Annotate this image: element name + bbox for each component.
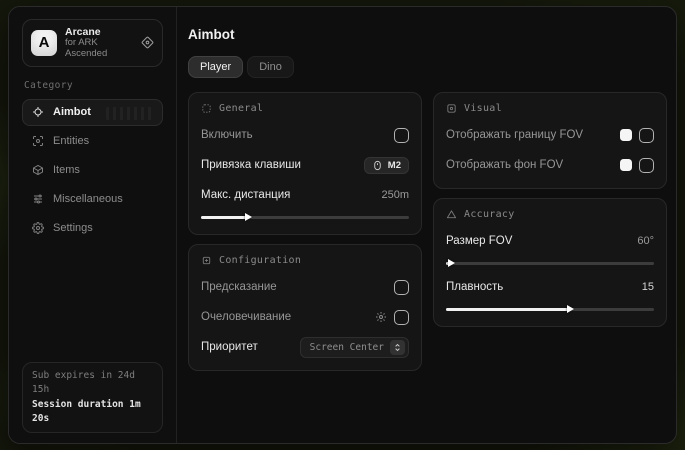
category-label: Category bbox=[24, 80, 161, 91]
prediction-label: Предсказание bbox=[201, 281, 277, 293]
slider-thumb[interactable] bbox=[448, 259, 455, 267]
sliders-icon bbox=[32, 193, 44, 205]
sidebar-item-entities[interactable]: Entities bbox=[22, 128, 163, 155]
sidebar: A Arcane for ARK Ascended Category bbox=[9, 7, 177, 443]
priority-value: Screen Center bbox=[310, 342, 384, 353]
sidebar-item-label: Settings bbox=[53, 222, 93, 234]
priority-dropdown[interactable]: Screen Center bbox=[300, 337, 409, 358]
sidebar-item-label: Items bbox=[53, 164, 80, 176]
sidebar-item-label: Aimbot bbox=[53, 106, 91, 118]
triangle-icon bbox=[446, 209, 457, 220]
tab-player[interactable]: Player bbox=[188, 56, 243, 78]
fov-border-color-swatch[interactable] bbox=[620, 129, 632, 141]
package-icon bbox=[32, 164, 44, 176]
card-accuracy: Accuracy Размер FOV 60° Плавность 15 bbox=[433, 198, 667, 327]
card-visual: Visual Отображать границу FOV Отображать… bbox=[433, 92, 667, 189]
focus-icon bbox=[201, 103, 212, 114]
tune-icon bbox=[201, 255, 212, 266]
chevron-up-down-icon bbox=[390, 340, 405, 355]
slider-thumb[interactable] bbox=[567, 305, 574, 313]
sidebar-nav: Aimbot Entities Items bbox=[22, 99, 163, 242]
enable-label: Включить bbox=[201, 129, 253, 141]
tab-bar: Player Dino bbox=[188, 56, 667, 78]
sidebar-item-settings[interactable]: Settings bbox=[22, 215, 163, 242]
compass-icon[interactable] bbox=[141, 36, 154, 49]
subscription-info: Sub expires in 24d 15h Session duration … bbox=[22, 362, 163, 433]
sidebar-item-label: Entities bbox=[53, 135, 89, 147]
smoothness-label: Плавность bbox=[446, 281, 503, 293]
sub-expires-text: Sub expires in 24d 15h bbox=[32, 369, 153, 398]
prediction-checkbox[interactable] bbox=[394, 280, 409, 295]
smoothness-value: 15 bbox=[642, 281, 654, 293]
fov-bg-checkbox[interactable] bbox=[639, 158, 654, 173]
brand-card: A Arcane for ARK Ascended bbox=[22, 19, 163, 67]
fov-size-value: 60° bbox=[637, 235, 654, 247]
fov-border-label: Отображать границу FOV bbox=[446, 129, 583, 141]
humanize-label: Очеловечивание bbox=[201, 311, 291, 323]
humanize-settings-gear-icon[interactable] bbox=[375, 311, 387, 323]
distance-slider[interactable] bbox=[201, 212, 409, 222]
session-duration-text: Session duration 1m 20s bbox=[32, 398, 153, 427]
app-logo: A bbox=[31, 30, 57, 56]
app-window: A Arcane for ARK Ascended Category bbox=[8, 6, 677, 444]
card-title: Accuracy bbox=[464, 209, 515, 220]
main-content: Aimbot Player Dino General bbox=[177, 7, 677, 443]
card-title: Visual bbox=[464, 103, 502, 114]
crosshair-icon bbox=[32, 106, 44, 118]
fov-size-slider[interactable] bbox=[446, 258, 654, 268]
fov-bg-color-swatch[interactable] bbox=[620, 159, 632, 171]
fov-border-checkbox[interactable] bbox=[639, 128, 654, 143]
sidebar-item-label: Miscellaneous bbox=[53, 193, 123, 205]
slider-thumb[interactable] bbox=[245, 213, 252, 221]
ghost-bars-decoration bbox=[106, 107, 154, 120]
eye-frame-icon bbox=[446, 103, 457, 114]
card-title: Configuration bbox=[219, 255, 301, 266]
smoothness-slider[interactable] bbox=[446, 304, 654, 314]
distance-value: 250m bbox=[381, 189, 409, 201]
humanize-checkbox[interactable] bbox=[394, 310, 409, 325]
gear-icon bbox=[32, 222, 44, 234]
fov-size-label: Размер FOV bbox=[446, 235, 512, 247]
card-general: General Включить Привязка клавиши bbox=[188, 92, 422, 235]
card-configuration: Configuration Предсказание Очеловечивани… bbox=[188, 244, 422, 371]
keybind-label: Привязка клавиши bbox=[201, 159, 301, 171]
page-title: Aimbot bbox=[188, 27, 667, 42]
sidebar-item-items[interactable]: Items bbox=[22, 157, 163, 184]
sidebar-item-aimbot[interactable]: Aimbot bbox=[22, 99, 163, 126]
scan-icon bbox=[32, 135, 44, 147]
enable-checkbox[interactable] bbox=[394, 128, 409, 143]
tab-dino[interactable]: Dino bbox=[247, 56, 294, 78]
fov-bg-label: Отображать фон FOV bbox=[446, 159, 563, 171]
distance-label: Макс. дистанция bbox=[201, 189, 290, 201]
app-subtitle: for ARK Ascended bbox=[65, 38, 133, 60]
mouse-icon bbox=[372, 160, 383, 171]
sidebar-item-miscellaneous[interactable]: Miscellaneous bbox=[22, 186, 163, 213]
card-title: General bbox=[219, 103, 263, 114]
priority-label: Приоритет bbox=[201, 341, 258, 353]
keybind-button[interactable]: M2 bbox=[364, 157, 409, 174]
keybind-value: M2 bbox=[388, 160, 401, 171]
